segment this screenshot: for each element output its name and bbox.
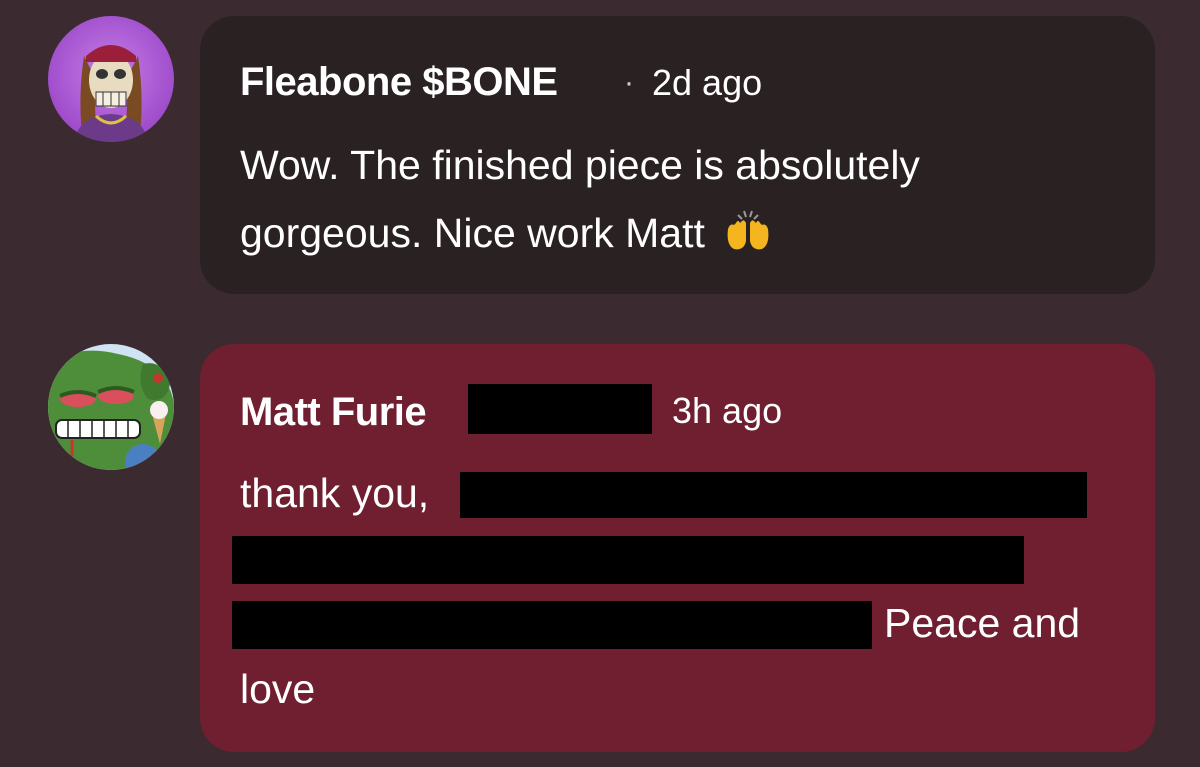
comment-body-line: Wow. The finished piece is absolutely — [240, 142, 920, 188]
comment-body-text: gorgeous. Nice work Matt — [240, 210, 705, 256]
comment-thread: Fleabone $BONE · 2d ago Wow. The finishe… — [0, 0, 1200, 767]
comment-body-line: gorgeous. Nice work Matt — [240, 207, 772, 263]
redaction-bar — [232, 536, 1024, 584]
comment-body-line: Peace and — [884, 600, 1081, 646]
redaction-bar — [232, 601, 872, 649]
comment-author[interactable]: Matt Furie — [240, 390, 427, 435]
separator-dot: · — [624, 66, 634, 99]
raising-hands-emoji-icon — [724, 207, 772, 263]
redaction-bar — [460, 472, 1087, 518]
comment-timestamp: 3h ago — [672, 390, 783, 431]
redaction-bar — [468, 384, 652, 434]
frog-avatar-icon[interactable] — [48, 344, 174, 470]
comment-body-line: love — [240, 666, 316, 712]
comment-timestamp: 2d ago — [652, 62, 763, 103]
skeleton-avatar-icon[interactable] — [48, 16, 174, 142]
comment-author[interactable]: Fleabone $BONE — [240, 60, 558, 105]
comment-body-line: thank you, — [240, 470, 430, 516]
